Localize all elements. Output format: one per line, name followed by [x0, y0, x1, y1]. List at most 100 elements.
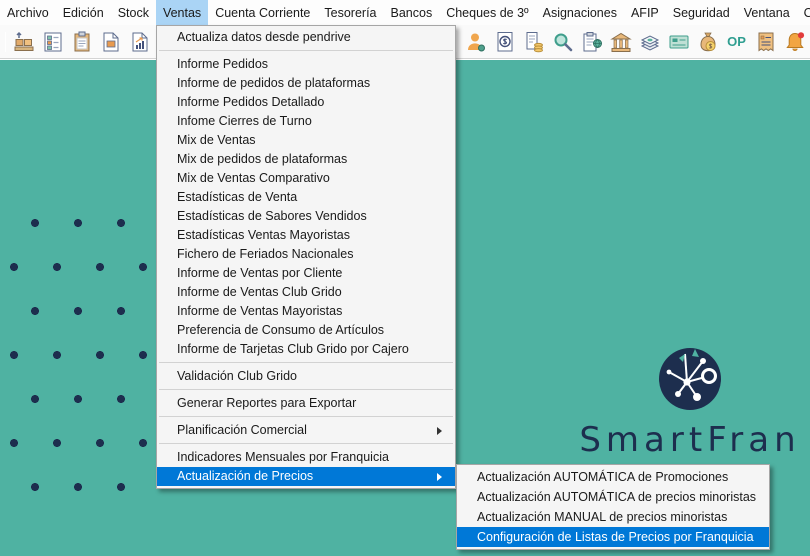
menu-item[interactable]: Informe de Tarjetas Club Grido por Cajer…: [157, 340, 455, 359]
menubar-item-label: AFIP: [631, 6, 659, 20]
submenu-item[interactable]: Configuración de Listas de Precios por F…: [457, 527, 769, 547]
menubar-item-label: Seguridad: [673, 6, 730, 20]
document-coins-icon[interactable]: [521, 29, 546, 54]
menu-item[interactable]: Indicadores Mensuales por Franquicia: [157, 448, 455, 467]
chart-document-icon[interactable]: [127, 29, 152, 54]
submenu-arrow-icon: [437, 473, 446, 481]
checklist-icon[interactable]: [40, 29, 65, 54]
submenu-item-label: Configuración de Listas de Precios por F…: [477, 530, 754, 544]
menubar-item-label: Ventas: [163, 6, 201, 20]
menubar-item[interactable]: Seguridad: [666, 0, 737, 25]
menu-item[interactable]: Informe Pedidos Detallado: [157, 93, 455, 112]
menubar-item-label: Asignaciones: [543, 6, 617, 20]
menubar-item[interactable]: Asignaciones: [536, 0, 624, 25]
menu-item[interactable]: Informe Pedidos: [157, 55, 455, 74]
stock-boxes-icon[interactable]: [11, 29, 36, 54]
submenu-item-label: Actualización MANUAL de precios minorist…: [477, 510, 727, 524]
toolbar-right-group: OP: [463, 29, 810, 54]
search-icon[interactable]: [550, 29, 575, 54]
submenu-item[interactable]: Actualización AUTOMÁTICA de precios mino…: [457, 487, 769, 507]
menu-item[interactable]: Infome Cierres de Turno: [157, 112, 455, 131]
menu-item[interactable]: Fichero de Feriados Nacionales: [157, 245, 455, 264]
submenu-item-label: Actualización AUTOMÁTICA de Promociones: [477, 470, 728, 484]
menu-item-label: Mix de Ventas Comparativo: [177, 171, 330, 185]
money-bag-icon[interactable]: [695, 29, 720, 54]
menubar-item-label: Archivo: [7, 6, 49, 20]
menubar-item[interactable]: Edición: [56, 0, 111, 25]
menubar-item-label: Cheques de 3º: [446, 6, 528, 20]
menubar-item[interactable]: Archivo: [0, 0, 56, 25]
op-icon-label: OP: [727, 34, 746, 49]
menubar-item[interactable]: Canales M: [797, 0, 810, 25]
menu-item-label: Generar Reportes para Exportar: [177, 396, 356, 410]
menu-item-label: Informe de Tarjetas Club Grido por Cajer…: [177, 342, 409, 356]
check-card-icon[interactable]: [666, 29, 691, 54]
menubar-item-label: Canales M: [804, 6, 810, 20]
menu-item-label: Estadísticas de Venta: [177, 190, 297, 204]
menu-item-label: Informe de Ventas por Cliente: [177, 266, 342, 280]
menu-item[interactable]: Informe de Ventas Mayoristas: [157, 302, 455, 321]
menu-item[interactable]: Informe de Ventas Club Grido: [157, 283, 455, 302]
menubar-item[interactable]: Bancos: [384, 0, 440, 25]
menubar-item[interactable]: Cuenta Corriente: [208, 0, 317, 25]
menubar: Archivo Edición Stock Ventas Cuenta Corr…: [0, 0, 810, 25]
bell-icon[interactable]: [782, 29, 807, 54]
menubar-item[interactable]: Ventas: [156, 0, 208, 25]
menu-item-label: Informe de pedidos de plataformas: [177, 76, 370, 90]
menu-item-label: Validación Club Grido: [177, 369, 297, 383]
bank-icon[interactable]: [608, 29, 633, 54]
menu-item[interactable]: Estadísticas de Venta: [157, 188, 455, 207]
toolbar-grip: [5, 32, 6, 52]
menubar-item-label: Stock: [118, 6, 149, 20]
menu-separator: [157, 413, 455, 421]
menubar-item-label: Tesorería: [324, 6, 376, 20]
image-document-icon[interactable]: [98, 29, 123, 54]
menubar-item-label: Ventana: [744, 6, 790, 20]
submenu-arrow-icon: [437, 427, 446, 435]
menu-item-label: Informe Pedidos: [177, 57, 268, 71]
menu-separator: [157, 359, 455, 367]
menu-item[interactable]: Mix de Ventas Comparativo: [157, 169, 455, 188]
menu-item-label: Informe Pedidos Detallado: [177, 95, 324, 109]
menu-item[interactable]: Informe de pedidos de plataformas: [157, 74, 455, 93]
clipboard-icon[interactable]: [69, 29, 94, 54]
menu-separator: [157, 386, 455, 394]
menu-item[interactable]: Mix de pedidos de plataformas: [157, 150, 455, 169]
menubar-item[interactable]: AFIP: [624, 0, 666, 25]
op-icon[interactable]: OP: [724, 29, 749, 54]
menu-item-label: Estadísticas de Sabores Vendidos: [177, 209, 367, 223]
menu-item-label: Informe de Ventas Mayoristas: [177, 304, 342, 318]
invoice-dollar-icon[interactable]: [492, 29, 517, 54]
app-window: Archivo Edición Stock Ventas Cuenta Corr…: [0, 0, 810, 556]
menu-item[interactable]: Planificación Comercial: [157, 421, 455, 440]
submenu-item[interactable]: Actualización AUTOMÁTICA de Promociones: [457, 467, 769, 487]
menu-item[interactable]: Estadísticas Ventas Mayoristas: [157, 226, 455, 245]
menu-item[interactable]: Actualización de Precios: [157, 467, 455, 486]
menu-item-label: Actualiza datos desde pendrive: [177, 30, 351, 44]
receipt-icon[interactable]: [753, 29, 778, 54]
menu-item-label: Planificación Comercial: [177, 423, 307, 437]
person-icon[interactable]: [463, 29, 488, 54]
menu-item[interactable]: Preferencia de Consumo de Artículos: [157, 321, 455, 340]
menu-item[interactable]: Validación Club Grido: [157, 367, 455, 386]
menu-item-label: Actualización de Precios: [177, 469, 313, 483]
menu-item[interactable]: Informe de Ventas por Cliente: [157, 264, 455, 283]
toolbar-separator: [456, 32, 457, 52]
menu-item[interactable]: Generar Reportes para Exportar: [157, 394, 455, 413]
submenu-item[interactable]: Actualización MANUAL de precios minorist…: [457, 507, 769, 527]
menubar-item-label: Cuenta Corriente: [215, 6, 310, 20]
menu-item-label: Mix de Ventas: [177, 133, 256, 147]
menu-item[interactable]: Mix de Ventas: [157, 131, 455, 150]
clipboard-globe-icon[interactable]: [579, 29, 604, 54]
menubar-item[interactable]: Tesorería: [317, 0, 383, 25]
menubar-item-label: Edición: [63, 6, 104, 20]
dots-pattern: [0, 212, 150, 498]
menubar-item[interactable]: Cheques de 3º: [439, 0, 535, 25]
menu-item-label: Indicadores Mensuales por Franquicia: [177, 450, 389, 464]
menubar-item[interactable]: Ventana: [737, 0, 797, 25]
menu-item[interactable]: Estadísticas de Sabores Vendidos: [157, 207, 455, 226]
money-stack-icon[interactable]: [637, 29, 662, 54]
menubar-item[interactable]: Stock: [111, 0, 156, 25]
menu-item[interactable]: Actualiza datos desde pendrive: [157, 28, 455, 47]
menu-item-label: Informe de Ventas Club Grido: [177, 285, 342, 299]
